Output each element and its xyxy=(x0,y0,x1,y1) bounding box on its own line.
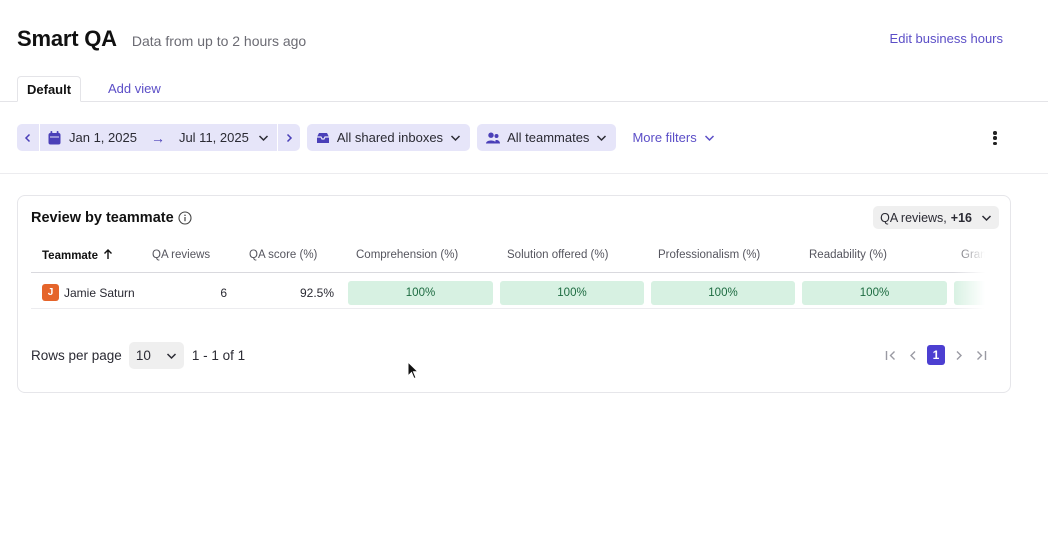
column-header-qa-score[interactable]: QA score (%) xyxy=(249,249,317,261)
date-range-picker: Jan 1, 2025 → Jul 11, 2025 xyxy=(17,124,300,151)
next-period-button[interactable] xyxy=(276,124,300,151)
page-header: Smart QA Data from up to 2 hours ago xyxy=(17,26,306,52)
next-page-button[interactable] xyxy=(948,345,970,365)
data-freshness-note: Data from up to 2 hours ago xyxy=(131,33,307,49)
review-by-teammate-card: Review by teammate QA reviews, +16 Teamm… xyxy=(17,195,1011,393)
qa-score-value: 92.5% xyxy=(299,286,334,300)
pagination-nav: 1 xyxy=(880,345,992,365)
qa-reviews-value: 6 xyxy=(220,286,227,300)
rows-per-page-label: Rows per page xyxy=(31,348,122,363)
sort-ascending-icon xyxy=(104,249,113,259)
readability-score: 100% xyxy=(802,281,947,305)
column-header-readability[interactable]: Readability (%) xyxy=(809,249,887,261)
tabs-divider xyxy=(0,101,1048,102)
first-page-button[interactable] xyxy=(880,345,902,365)
chevron-left-icon xyxy=(24,133,31,142)
chevron-down-icon xyxy=(597,134,607,141)
chevron-down-icon xyxy=(258,134,268,141)
metric-select-value: QA reviews, xyxy=(880,210,947,225)
chevron-down-icon xyxy=(704,134,714,141)
previous-period-button[interactable] xyxy=(17,124,40,151)
teammate-filter[interactable]: All teammates xyxy=(477,124,617,151)
chevron-down-icon xyxy=(166,352,176,359)
column-header-qa-reviews[interactable]: QA reviews xyxy=(152,249,210,261)
first-page-icon xyxy=(885,350,895,360)
grammar-score xyxy=(954,281,993,305)
more-filters-label: More filters xyxy=(632,130,697,145)
users-icon xyxy=(486,132,501,143)
card-title-text: Review by teammate xyxy=(31,210,174,226)
mouse-cursor-icon xyxy=(407,361,419,380)
table-header: Teammate QA reviews QA score (%) Compreh… xyxy=(31,242,993,273)
page-number-current[interactable]: 1 xyxy=(927,345,945,365)
tab-add-view[interactable]: Add view xyxy=(99,76,170,102)
view-tabs: Default Add view xyxy=(17,76,1048,102)
inbox-icon xyxy=(316,132,329,143)
column-header-grammar[interactable]: Gramm xyxy=(961,249,993,261)
column-header-comprehension[interactable]: Comprehension (%) xyxy=(356,249,458,261)
card-title: Review by teammate xyxy=(31,210,192,226)
edit-business-hours-link[interactable]: Edit business hours xyxy=(890,31,1003,46)
page-title: Smart QA xyxy=(17,26,117,51)
teammate-filter-label: All teammates xyxy=(507,130,590,145)
metric-select-extra: +16 xyxy=(950,210,972,225)
comprehension-score: 100% xyxy=(348,281,493,305)
filter-bar: Jan 1, 2025 → Jul 11, 2025 All shared in… xyxy=(17,124,715,151)
inbox-filter[interactable]: All shared inboxes xyxy=(306,124,471,151)
last-page-button[interactable] xyxy=(970,345,992,365)
column-header-professionalism[interactable]: Professionalism (%) xyxy=(658,249,760,261)
chevron-down-icon xyxy=(451,134,461,141)
arrow-right-icon: → xyxy=(150,129,165,146)
rows-per-page: Rows per page 10 1 - 1 of 1 xyxy=(31,342,245,369)
avatar: J xyxy=(42,284,59,301)
last-page-icon xyxy=(977,350,987,360)
info-icon[interactable] xyxy=(178,211,192,225)
more-filters-button[interactable]: More filters xyxy=(632,130,714,145)
column-header-solution-offered[interactable]: Solution offered (%) xyxy=(507,249,608,261)
chevron-right-icon xyxy=(956,350,962,360)
professionalism-score: 100% xyxy=(651,281,795,305)
rows-per-page-select[interactable]: 10 xyxy=(128,342,184,369)
metric-columns-select[interactable]: QA reviews, +16 xyxy=(873,206,999,229)
pagination-range: 1 - 1 of 1 xyxy=(191,348,246,363)
rows-per-page-value: 10 xyxy=(135,348,151,363)
table-row[interactable]: J Jamie Saturn 6 92.5% 100% 100% 100% 10… xyxy=(31,274,993,309)
teammate-name[interactable]: Jamie Saturn xyxy=(64,286,135,300)
solution-offered-score: 100% xyxy=(500,281,644,305)
calendar-icon xyxy=(48,130,61,144)
column-header-teammate[interactable]: Teammate xyxy=(42,249,113,262)
teammate-table: Teammate QA reviews QA score (%) Compreh… xyxy=(31,242,993,314)
filter-divider xyxy=(0,173,1048,174)
chevron-down-icon xyxy=(981,214,992,221)
previous-page-button[interactable] xyxy=(902,345,924,365)
chevron-right-icon xyxy=(286,133,292,142)
tab-default[interactable]: Default xyxy=(17,76,82,102)
start-date: Jan 1, 2025 xyxy=(69,130,137,145)
inbox-filter-label: All shared inboxes xyxy=(336,130,444,145)
chevron-left-icon xyxy=(910,350,916,360)
date-range-button[interactable]: Jan 1, 2025 → Jul 11, 2025 xyxy=(40,124,277,151)
more-options-icon[interactable] xyxy=(988,128,1002,148)
end-date: Jul 11, 2025 xyxy=(178,130,249,145)
